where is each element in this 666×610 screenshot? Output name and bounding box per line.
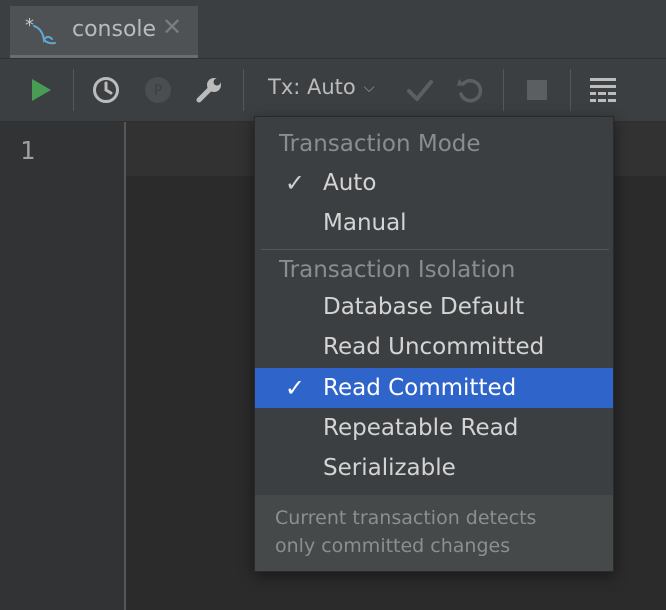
commit-button[interactable] — [403, 73, 437, 107]
tx-label: Tx: Auto — [268, 75, 356, 99]
tab-label: console — [72, 17, 157, 42]
popup-footer-description: Current transaction detects only committ… — [255, 495, 613, 571]
chevron-down-icon: ⌵ — [363, 80, 375, 96]
menu-item-manual[interactable]: Manual — [255, 203, 613, 243]
menu-item-label: Manual — [323, 210, 407, 236]
pin-button[interactable]: P — [141, 73, 175, 107]
console-toolbar: P Tx: Auto ⌵ — [0, 59, 666, 122]
toolbar-separator — [243, 69, 244, 111]
pin-icon: P — [145, 77, 171, 103]
wrench-icon — [196, 78, 221, 103]
history-icon — [93, 77, 119, 103]
menu-item-read-committed[interactable]: ✓ Read Committed — [255, 368, 613, 408]
footer-line: only committed changes — [275, 535, 511, 557]
rollback-button[interactable] — [453, 73, 487, 107]
tab-console[interactable]: * console ✕ — [10, 6, 198, 58]
menu-item-label: Auto — [323, 170, 377, 196]
stop-icon — [527, 80, 547, 100]
check-icon: ✓ — [284, 169, 305, 197]
transaction-popup-menu: Transaction Mode ✓ Auto Manual Transacti… — [254, 116, 614, 572]
settings-button[interactable] — [192, 73, 226, 107]
menu-item-label: Read Uncommitted — [323, 334, 545, 360]
mysql-dolphin-icon: * — [25, 16, 56, 45]
transaction-isolation-header: Transaction Isolation — [279, 257, 516, 283]
menu-item-repeatable-read[interactable]: Repeatable Read — [255, 408, 613, 448]
line-number-gutter: 1 — [0, 122, 126, 610]
toolbar-separator — [503, 69, 504, 111]
commit-check-icon — [407, 80, 433, 101]
menu-item-label: Database Default — [323, 294, 525, 320]
menu-item-database-default[interactable]: Database Default — [255, 287, 613, 327]
menu-divider — [261, 249, 609, 250]
svg-text:P: P — [154, 83, 162, 99]
menu-item-label: Serializable — [323, 455, 456, 481]
history-button[interactable] — [89, 73, 123, 107]
line-number: 1 — [20, 136, 36, 165]
menu-item-auto[interactable]: ✓ Auto — [255, 163, 613, 203]
editor-tab-bar: * console ✕ — [0, 0, 666, 59]
svg-text:*: * — [25, 16, 34, 36]
toolbar-separator — [570, 69, 571, 111]
menu-item-serializable[interactable]: Serializable — [255, 448, 613, 488]
rollback-icon — [457, 78, 483, 103]
output-view-button[interactable] — [586, 73, 620, 107]
table-view-icon — [590, 78, 616, 102]
menu-item-label: Read Committed — [323, 375, 517, 401]
check-icon: ✓ — [284, 374, 305, 402]
footer-line: Current transaction detects — [275, 507, 537, 529]
run-button[interactable] — [26, 75, 56, 105]
toolbar-separator — [73, 69, 74, 111]
transaction-mode-header: Transaction Mode — [279, 131, 481, 157]
transaction-mode-dropdown[interactable]: Tx: Auto ⌵ — [268, 75, 374, 99]
run-icon — [32, 79, 51, 101]
stop-button[interactable] — [520, 73, 554, 107]
close-tab-icon[interactable]: ✕ — [162, 15, 182, 39]
menu-item-label: Repeatable Read — [323, 415, 519, 441]
menu-item-read-uncommitted[interactable]: Read Uncommitted — [255, 327, 613, 367]
